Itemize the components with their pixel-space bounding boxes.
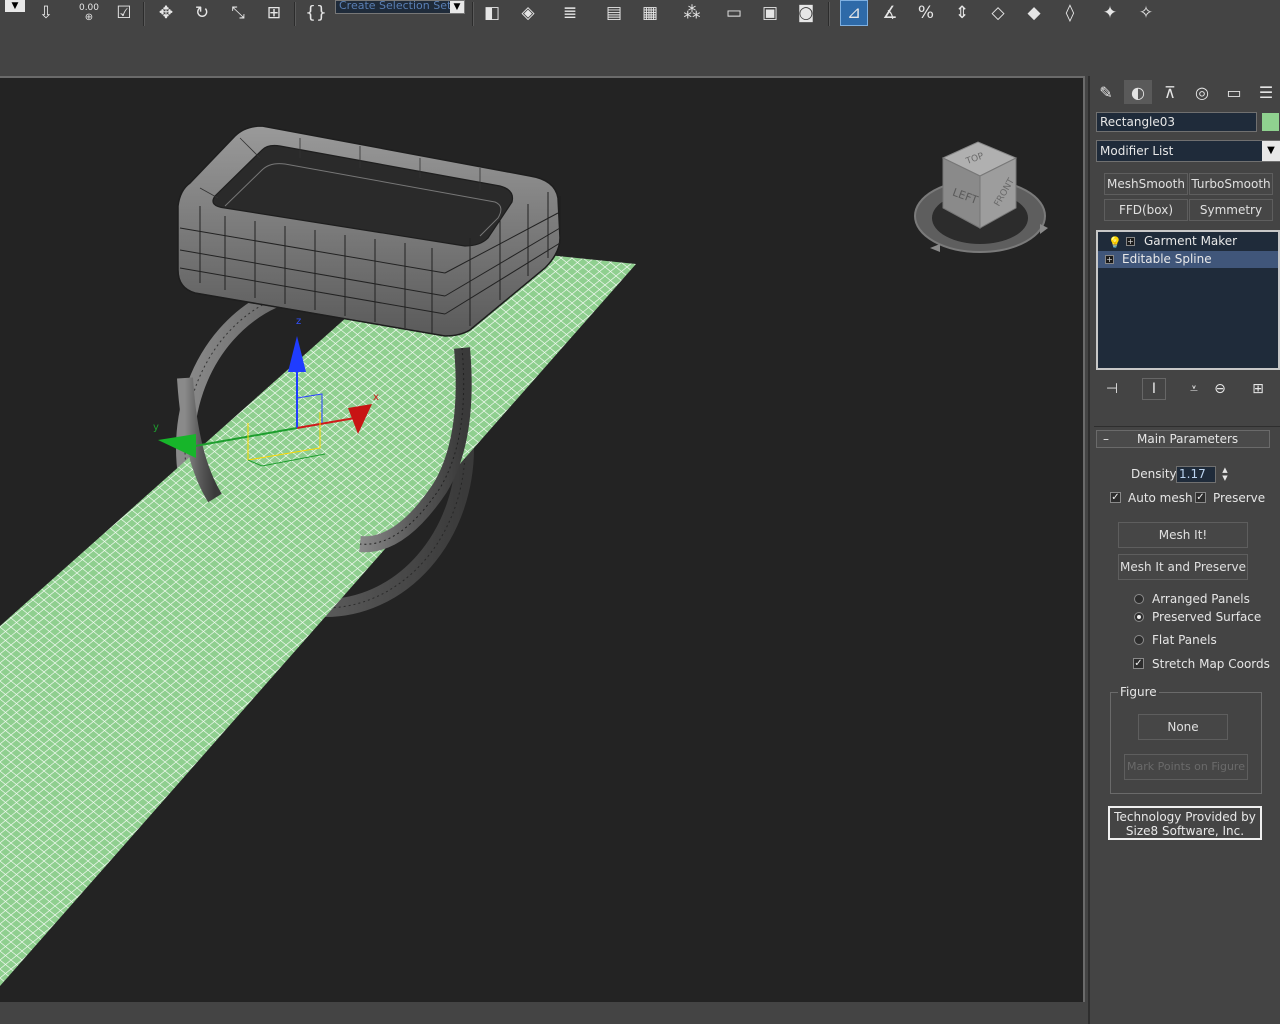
schematic-view-icon[interactable]: ▦ [636,0,664,26]
display-icon[interactable]: ▭ [1220,80,1248,104]
auto-mesh-label: Auto mesh [1128,491,1193,505]
expand-icon[interactable]: + [1105,255,1114,264]
snap-edge-icon[interactable]: ◆ [1020,0,1048,26]
modify-icon[interactable]: ◐ [1124,80,1152,104]
configure-sets-icon[interactable]: ⊞ [1246,378,1270,400]
select-link-icon[interactable]: ⇩ [32,0,60,26]
flat-panels-radio[interactable] [1134,635,1144,645]
rollout-title: Main Parameters [1137,432,1239,446]
snap-face-icon[interactable]: ◊ [1056,0,1084,26]
main-toolbar: ▼ ⇩ 0.00 ⊕ ☑ ✥ ↻ ⤡ ⊞ {} Create Selection … [0,0,1172,31]
symmetry-button[interactable]: Symmetry [1189,199,1273,221]
motion-icon[interactable]: ◎ [1188,80,1216,104]
stretch-map-label: Stretch Map Coords [1152,657,1270,671]
stack-item-label: Editable Spline [1122,252,1212,266]
render-setup-icon[interactable]: ▭ [720,0,748,26]
layer-manager-icon[interactable]: ≣ [556,0,584,26]
make-unique-icon[interactable]: ⩡ [1182,378,1206,400]
svg-text:y: y [153,422,159,433]
toolbar-dropdown-arrow[interactable]: ▼ [5,0,25,12]
status-strip [0,1002,1086,1024]
named-selection-icon[interactable]: {} [302,0,330,26]
viewport-scene: y z x TOP LEFT FRONT [0,125,1048,986]
mark-points-button[interactable]: Mark Points on Figure [1124,754,1248,780]
select-place-icon[interactable]: ⊞ [260,0,288,26]
chevron-down-icon[interactable]: ▼ [450,1,464,13]
create-icon[interactable]: ✎ [1092,80,1120,104]
show-end-result-icon[interactable]: I [1142,378,1166,400]
cloth-panel [0,243,636,986]
meshsmooth-button[interactable]: MeshSmooth [1104,173,1188,195]
angle-snap-icon[interactable]: ∡ [876,0,904,26]
render-icon[interactable]: ◙ [792,0,820,26]
curve-editor-icon[interactable]: ▤ [600,0,628,26]
technology-credit: Technology Provided by Size8 Software, I… [1108,806,1262,840]
arranged-panels-radio[interactable] [1134,594,1144,604]
material-editor-icon[interactable]: ⁂ [678,0,706,26]
expand-icon[interactable]: + [1126,237,1135,246]
spinner-icon[interactable]: 0.00 ⊕ [75,0,103,26]
mesh-it-preserve-button[interactable]: Mesh It and Preserve [1118,554,1248,580]
rendered-frame-icon[interactable]: ▣ [756,0,784,26]
mesh-it-button[interactable]: Mesh It! [1118,522,1248,548]
pin-stack-icon[interactable]: ⊣ [1100,378,1124,400]
auto-mesh-checkbox[interactable]: ✓ [1110,492,1121,503]
collapse-icon[interactable]: – [1103,431,1109,447]
ribbon-band [0,30,1280,74]
modifier-stack[interactable]: 💡 + Garment Maker + Editable Spline [1096,230,1280,370]
snap-mode-icon[interactable]: ◇ [984,0,1012,26]
svg-text:z: z [296,316,301,327]
density-label: Density [1131,467,1177,481]
percent-snap-icon[interactable]: % [912,0,940,26]
flat-panels-label: Flat Panels [1152,633,1217,647]
preserve-label: Preserve [1213,491,1266,505]
figure-none-button[interactable]: None [1138,714,1228,740]
modifier-list-label: Modifier List [1100,144,1174,158]
snap-toggle-icon[interactable]: ⊿ [840,0,868,26]
select-object-icon[interactable]: ☑ [110,0,138,26]
arranged-panels-label: Arranged Panels [1152,592,1250,606]
hierarchy-icon[interactable]: ⊼ [1156,80,1184,104]
mirror-icon[interactable]: ◧ [478,0,506,26]
preserve-checkbox[interactable]: ✓ [1195,492,1206,503]
chevron-down-icon[interactable]: ▼ [1262,141,1280,161]
stretch-map-checkbox[interactable]: ✓ [1133,658,1144,669]
stack-item-garment-maker[interactable]: 💡 + Garment Maker [1098,233,1278,250]
preserved-surface-label: Preserved Surface [1152,610,1262,624]
selection-set-dropdown[interactable]: Create Selection Set ▼ [335,0,465,14]
tech-line-1: Technology Provided by [1114,810,1256,824]
density-field[interactable]: 1.17 [1176,466,1216,483]
preserved-surface-radio[interactable] [1134,612,1144,622]
toolbar-blank-area [1172,0,1280,30]
lightbulb-icon[interactable]: 💡 [1108,234,1122,251]
snap-pivot-icon[interactable]: ✦ [1096,0,1124,26]
figure-group-label: Figure [1118,685,1159,699]
object-name-field[interactable]: Rectangle03 [1096,112,1257,132]
snap-grid-icon[interactable]: ✧ [1132,0,1160,26]
select-rotate-icon[interactable]: ↻ [188,0,216,26]
align-icon[interactable]: ◈ [514,0,542,26]
select-move-icon[interactable]: ✥ [152,0,180,26]
spinner-snap-icon[interactable]: ⇕ [948,0,976,26]
selection-set-text: Create Selection Set [339,0,452,12]
perspective-viewport[interactable]: y z x TOP LEFT FRONT [0,76,1085,1004]
remove-modifier-icon[interactable]: ⊖ [1208,378,1232,400]
utilities-icon[interactable]: ☰ [1252,80,1280,104]
viewcube[interactable]: TOP LEFT FRONT [914,141,1048,253]
stack-item-editable-spline[interactable]: + Editable Spline [1098,251,1278,268]
select-scale-icon[interactable]: ⤡ [224,0,252,26]
density-spinner[interactable]: ▲ ▼ [1220,466,1230,483]
modifier-list-dropdown[interactable]: Modifier List ▼ [1096,140,1280,162]
stack-item-label: Garment Maker [1144,234,1238,248]
main-parameters-rollout[interactable]: – Main Parameters [1096,430,1270,448]
turbosmooth-button[interactable]: TurboSmooth [1189,173,1273,195]
command-panel: ✎ ◐ ⊼ ◎ ▭ ☰ Rectangle03 Modifier List ▼ … [1088,76,1280,1024]
object-color-swatch[interactable] [1262,113,1279,131]
ffd-box-button[interactable]: FFD(box) [1104,199,1188,221]
svg-text:x: x [373,392,379,403]
tech-line-2: Size8 Software, Inc. [1125,824,1245,838]
